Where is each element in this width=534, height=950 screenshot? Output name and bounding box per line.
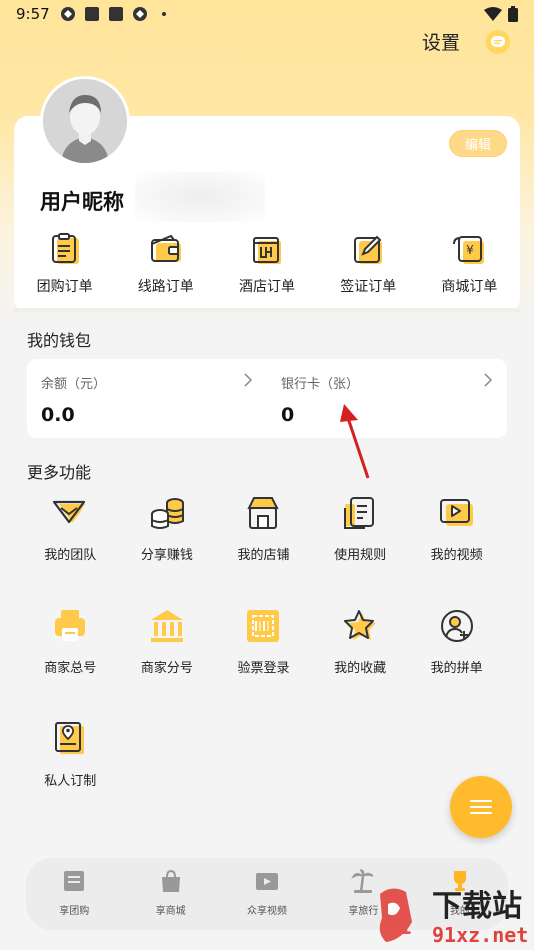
feature-label: 分享赚钱	[140, 548, 193, 563]
feature-team[interactable]: 我的团队	[22, 494, 119, 607]
svg-text:下载站: 下载站	[432, 889, 522, 924]
custom-tour-icon	[55, 722, 85, 754]
video-icon	[439, 499, 473, 526]
red-arrow-annotation	[340, 404, 370, 479]
blurred-user-info	[135, 172, 265, 222]
balance-value: 0.0	[41, 404, 75, 426]
svg-text:1: 1	[398, 915, 412, 939]
hotel-order-icon	[253, 237, 281, 264]
tuangou-icon	[64, 871, 85, 891]
feature-my-video[interactable]: 我的视频	[408, 494, 505, 607]
feature-label: 我的团队	[44, 548, 97, 563]
notification-icon	[132, 7, 147, 21]
feature-label: 我的收藏	[334, 661, 387, 676]
nav-label: 享团购	[59, 906, 90, 917]
coins-icon	[150, 498, 184, 529]
shop-icon	[247, 497, 280, 529]
feature-label: 私人订制	[44, 774, 97, 789]
chevron-right-icon	[244, 373, 253, 387]
site-watermark-logo: 1 下载站 91xz.net	[379, 888, 528, 947]
menu-icon	[470, 800, 492, 814]
order-item-hotel[interactable]: 酒店订单	[216, 232, 317, 302]
group-order-icon	[51, 233, 79, 264]
feature-merchant-branch[interactable]: 商家分号	[119, 607, 216, 720]
nav-video[interactable]: 众享视频	[219, 858, 315, 930]
chevron-right-icon	[484, 373, 493, 387]
feature-label: 商家总号	[44, 661, 97, 676]
feature-rules[interactable]: 使用规则	[312, 494, 409, 607]
edit-profile-button[interactable]: 编辑	[449, 130, 507, 157]
star-icon	[344, 610, 377, 640]
route-order-icon	[150, 234, 181, 262]
feature-merchant-main[interactable]: 商家总号	[22, 607, 119, 720]
default-avatar-icon	[43, 79, 127, 163]
order-item-visa[interactable]: 签证订单	[318, 232, 419, 302]
notification-icon	[108, 7, 123, 21]
feature-favorites[interactable]: 我的收藏	[312, 607, 409, 720]
svg-text:¥: ¥	[467, 243, 475, 257]
wifi-icon	[484, 7, 502, 21]
feature-share-earn[interactable]: 分享赚钱	[119, 494, 216, 607]
feature-custom-tour[interactable]: 私人订制	[22, 720, 119, 833]
order-label: 商城订单	[441, 279, 498, 295]
nav-label: 众享视频	[247, 906, 288, 917]
order-label: 团购订单	[36, 279, 93, 295]
order-item-mall[interactable]: ¥ 商城订单	[419, 232, 520, 302]
film-icon	[256, 873, 279, 890]
bankcard-entry[interactable]: 银行卡（张） 0	[267, 359, 507, 438]
nav-label: 享商城	[155, 906, 186, 917]
avatar[interactable]	[40, 76, 130, 166]
group-buy-icon	[440, 610, 473, 642]
more-dot-icon	[161, 12, 166, 16]
feature-label: 我的视频	[430, 548, 483, 563]
message-button[interactable]	[486, 30, 510, 54]
notification-icon	[84, 7, 99, 21]
feature-group-buy[interactable]: 我的拼单	[408, 607, 505, 720]
settings-button[interactable]: 设置	[422, 30, 460, 56]
bankcard-value: 0	[281, 404, 295, 426]
feature-label: 我的店铺	[237, 548, 290, 563]
floating-menu-button[interactable]	[450, 776, 512, 838]
bag-icon	[161, 869, 180, 892]
rules-icon	[344, 497, 375, 529]
order-label: 签证订单	[340, 279, 397, 295]
order-shortcuts: 团购订单 线路订单 酒店订单 签证订单 ¥ 商城订单	[14, 232, 520, 302]
battery-icon	[508, 6, 518, 22]
section-divider	[14, 308, 520, 312]
feature-label: 使用规则	[334, 548, 387, 563]
ticket-scan-icon	[247, 610, 280, 642]
team-icon	[53, 500, 86, 524]
chat-icon	[491, 36, 505, 47]
status-bar: 9:57	[0, 0, 534, 28]
feature-ticket-login[interactable]: 验票登录	[215, 607, 312, 720]
feature-my-shop[interactable]: 我的店铺	[215, 494, 312, 607]
feature-label: 商家分号	[140, 661, 193, 676]
bankcard-label: 银行卡（张）	[281, 377, 360, 392]
feature-label: 验票登录	[237, 661, 290, 676]
balance-entry[interactable]: 余额（元） 0.0	[27, 359, 267, 438]
balance-label: 余额（元）	[41, 377, 107, 392]
order-label: 酒店订单	[239, 279, 295, 295]
wallet-card: 余额（元） 0.0 银行卡（张） 0	[27, 359, 507, 438]
mall-order-icon: ¥	[453, 236, 485, 264]
nav-mall[interactable]: 享商城	[122, 858, 218, 930]
wallet-title: 我的钱包	[27, 331, 92, 350]
more-features-title: 更多功能	[27, 463, 92, 482]
feature-label: 我的拼单	[430, 661, 483, 676]
nickname: 用户昵称	[40, 190, 124, 214]
status-time: 9:57	[16, 5, 50, 23]
notification-icon	[60, 7, 75, 21]
printer-icon	[55, 610, 86, 641]
svg-text:91xz.net: 91xz.net	[432, 923, 528, 947]
nav-tuangou[interactable]: 享团购	[26, 858, 122, 930]
bank-icon	[150, 610, 183, 642]
order-label: 线路订单	[137, 279, 194, 295]
order-item-route[interactable]: 线路订单	[115, 232, 216, 302]
feature-grid: 我的团队 分享赚钱 我的店铺 使用规则 我的视频 商家总号 商家分号 验票登录 …	[22, 494, 512, 833]
visa-order-icon	[354, 235, 383, 264]
order-item-group[interactable]: 团购订单	[14, 232, 115, 302]
